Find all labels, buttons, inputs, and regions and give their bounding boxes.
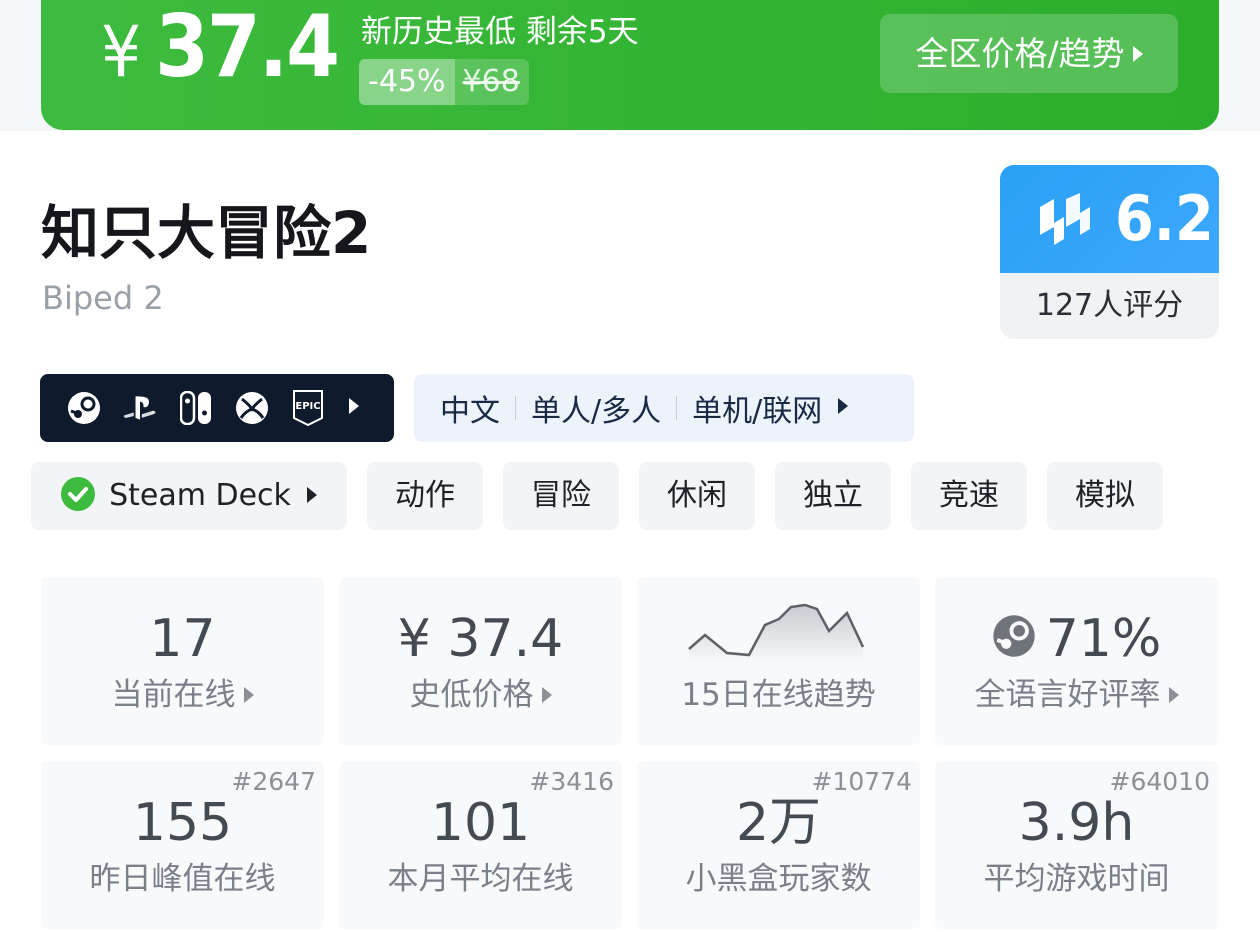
svg-text:EPIC: EPIC (295, 401, 320, 412)
stat-yesterday-peak[interactable]: #2647 155 昨日峰值在线 (41, 761, 324, 929)
tag-indie[interactable]: 独立 (775, 462, 891, 530)
rating-count: 127人评分 (1035, 288, 1184, 323)
heybox-logo-icon (1040, 193, 1090, 245)
game-english-title: Biped 2 (42, 279, 164, 317)
steam-icon (992, 615, 1035, 657)
chevron-right-icon (1132, 45, 1143, 62)
chevron-right-icon (1168, 686, 1179, 703)
online-trend-sparkline (688, 603, 865, 663)
tag-action[interactable]: 动作 (367, 462, 483, 530)
discount-badge: -45% ¥68 (359, 59, 529, 105)
chevron-right-icon (349, 398, 359, 414)
discount-percent: -45% (359, 59, 455, 105)
stat-lowest-price[interactable]: ¥ 37.4 史低价格 (339, 577, 622, 745)
current-price: ¥37.4 (101, 0, 340, 97)
chevron-right-icon (838, 398, 849, 414)
feature-bar[interactable]: 中文 单人/多人 单机/联网 (414, 374, 914, 442)
platform-bar[interactable]: EPIC (40, 374, 394, 442)
stat-review-rate[interactable]: 71% 全语言好评率 (935, 577, 1218, 745)
stat-average-playtime[interactable]: #64010 3.9h 平均游戏时间 (935, 761, 1218, 929)
score-card[interactable]: 6.2 127人评分 (1000, 165, 1219, 339)
tag-adventure[interactable]: 冒险 (503, 462, 619, 530)
game-title: 知只大冒险2 (41, 199, 372, 267)
epic-games-icon: EPIC (291, 390, 325, 426)
price-trend-button[interactable]: 全区价格/趋势 (880, 14, 1178, 93)
chevron-right-icon (541, 686, 552, 703)
stat-heybox-players[interactable]: #10774 2万 小黑盒玩家数 (637, 761, 920, 929)
switch-icon (179, 391, 213, 425)
xbox-icon (235, 391, 269, 425)
stat-current-online[interactable]: 17 当前在线 (41, 577, 324, 745)
feature-players: 单人/多人 (531, 394, 662, 429)
rank-badge: #2647 (231, 767, 316, 796)
divider (515, 396, 516, 420)
playstation-icon (123, 391, 157, 425)
original-price: ¥68 (462, 64, 520, 99)
divider (676, 396, 678, 420)
score-value: 6.2 (1115, 182, 1214, 255)
rank-badge: #10774 (811, 767, 912, 796)
feature-language: 中文 (440, 394, 500, 429)
feature-network: 单机/联网 (692, 394, 823, 429)
price-banner: ¥37.4 新历史最低 剩余5天 -45% ¥68 全区价格/趋势 (41, 0, 1219, 130)
tag-racing[interactable]: 竞速 (911, 462, 1027, 530)
chevron-right-icon (306, 486, 317, 503)
stat-monthly-average[interactable]: #3416 101 本月平均在线 (339, 761, 622, 929)
tag-simulation[interactable]: 模拟 (1047, 462, 1163, 530)
tag-casual[interactable]: 休闲 (639, 462, 755, 530)
stat-online-trend[interactable]: 15日在线趋势 (637, 577, 920, 745)
lowest-price-note: 新历史最低 剩余5天 (361, 14, 639, 50)
chevron-right-icon (243, 686, 254, 703)
tag-steam-deck[interactable]: Steam Deck (31, 462, 347, 530)
rank-badge: #3416 (529, 767, 614, 796)
rank-badge: #64010 (1109, 767, 1210, 796)
verified-check-icon (61, 476, 96, 511)
steam-icon (67, 391, 101, 425)
